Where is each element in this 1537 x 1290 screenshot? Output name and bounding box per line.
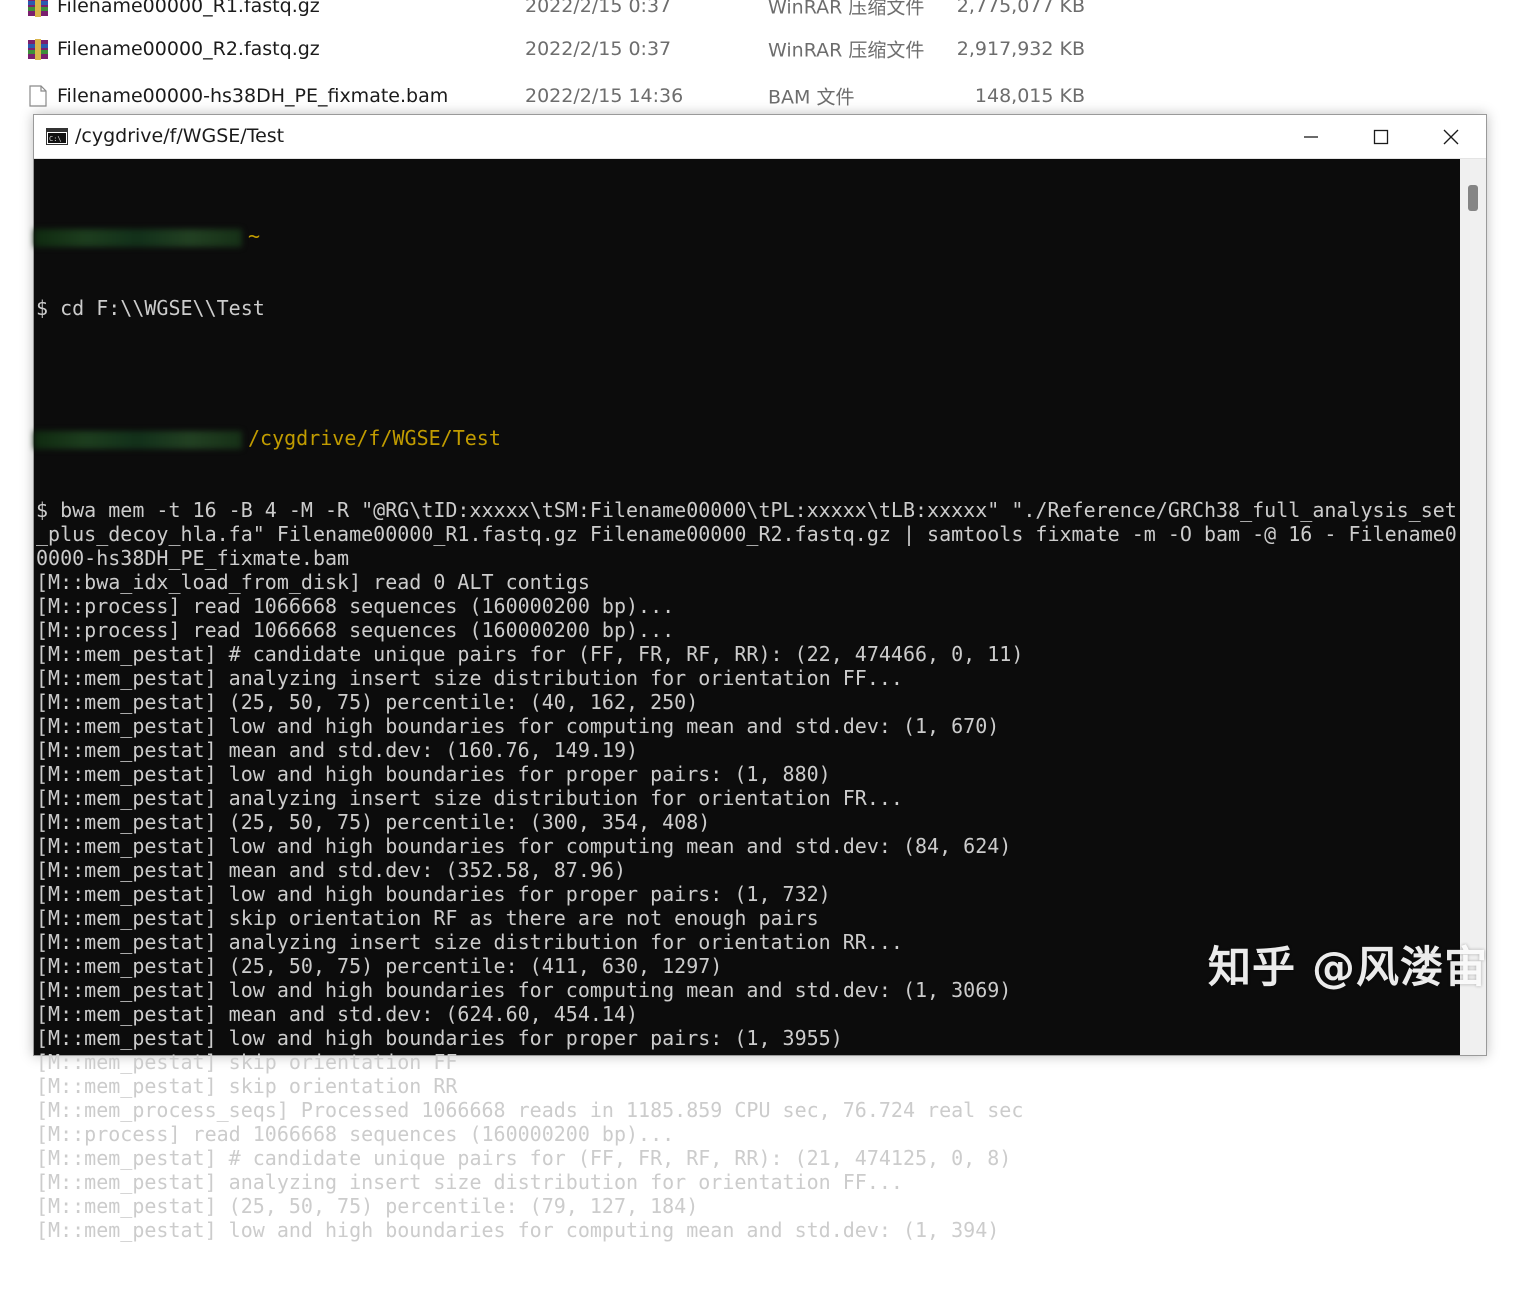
file-row-r2[interactable]: Filename00000_R2.fastq.gz 2022/2/15 0:37… (0, 29, 1537, 69)
blank-document-icon (27, 85, 49, 107)
file-size: 2,775,077 KB (956, 0, 1085, 17)
file-date: 2022/2/15 14:36 (525, 85, 684, 107)
file-name: Filename00000-hs38DH_PE_fixmate.bam (57, 85, 449, 107)
file-date: 2022/2/15 0:37 (525, 38, 672, 60)
file-size: 2,917,932 KB (956, 38, 1085, 60)
output-line: _plus_decoy_hla.fa" Filename00000_R1.fas… (36, 522, 1457, 546)
file-name: Filename00000_R2.fastq.gz (57, 38, 320, 60)
prompt-line: /cygdrive/f/WGSE/Test (34, 426, 1456, 450)
output-lines: $ bwa mem -t 16 -B 4 -M -R "@RG\tID:xxxx… (36, 498, 1457, 1242)
output-line: [M::mem_pestat] skip orientation RR (36, 1074, 458, 1098)
command-line: $ cd F:\\WGSE\\Test (36, 296, 265, 320)
output-line: [M::mem_pestat] # candidate unique pairs… (36, 1146, 1012, 1170)
output-line: [M::mem_pestat] (25, 50, 75) percentile:… (36, 690, 699, 714)
output-line: [M::process] read 1066668 sequences (160… (36, 594, 675, 618)
terminal-title: /cygdrive/f/WGSE/Test (75, 125, 285, 147)
zhihu-watermark: 知乎 @风溇宙 (1208, 943, 1488, 993)
output-line: [M::mem_pestat] (25, 50, 75) percentile:… (36, 810, 711, 834)
file-explorer-list: Filename00000_R1.fastq.gz 2022/2/15 0:37… (0, 0, 1537, 120)
file-name: Filename00000_R1.fastq.gz (57, 0, 320, 17)
winrar-archive-icon (27, 38, 49, 60)
output-line: [M::process] read 1066668 sequences (160… (36, 1122, 675, 1146)
output-line: $ bwa mem -t 16 -B 4 -M -R "@RG\tID:xxxx… (36, 498, 1457, 522)
redacted-username (34, 228, 242, 247)
output-line: [M::mem_pestat] analyzing insert size di… (36, 786, 903, 810)
file-date: 2022/2/15 0:37 (525, 0, 672, 17)
minimize-icon (1304, 136, 1318, 138)
output-line: [M::mem_pestat] mean and std.dev: (160.7… (36, 738, 639, 762)
output-line: [M::bwa_idx_load_from_disk] read 0 ALT c… (36, 570, 590, 594)
terminal-titlebar[interactable]: C:\ /cygdrive/f/WGSE/Test (34, 115, 1486, 159)
maximize-icon (1373, 129, 1389, 145)
file-row-r1[interactable]: Filename00000_R1.fastq.gz 2022/2/15 0:37… (0, 0, 1537, 26)
output-line: [M::mem_pestat] low and high boundaries … (36, 1026, 843, 1050)
console-app-icon: C:\ (46, 128, 68, 145)
output-line: [M::mem_pestat] low and high boundaries … (36, 882, 831, 906)
file-type: WinRAR 压缩文件 (768, 0, 925, 19)
close-button[interactable] (1416, 115, 1486, 158)
file-size: 148,015 KB (974, 85, 1085, 107)
output-line: [M::mem_pestat] low and high boundaries … (36, 714, 1000, 738)
scrollbar-thumb[interactable] (1468, 185, 1478, 211)
terminal-window[interactable]: C:\ /cygdrive/f/WGSE/Test ~ $ cd F:\\WGS… (33, 114, 1487, 1242)
output-line: [M::mem_pestat] skip orientation RF as t… (36, 906, 819, 930)
output-line: [M::process] read 1066668 sequences (160… (36, 618, 675, 642)
output-line: [M::mem_pestat] (25, 50, 75) percentile:… (36, 1194, 699, 1218)
maximize-button[interactable] (1346, 115, 1416, 158)
winrar-archive-icon (27, 0, 49, 17)
prompt-path: ~ (248, 224, 261, 248)
output-line: [M::mem_pestat] low and high boundaries … (36, 1218, 1000, 1242)
terminal-output[interactable]: ~ $ cd F:\\WGSE\\Test /cygdrive/f/WGSE/T… (34, 176, 1457, 1290)
vertical-scrollbar[interactable] (1460, 159, 1486, 1055)
svg-text:C:\: C:\ (49, 135, 62, 143)
output-line: [M::mem_pestat] skip orientation FF (36, 1050, 458, 1074)
prompt-path: /cygdrive/f/WGSE/Test (248, 426, 501, 450)
file-row-bam[interactable]: Filename00000-hs38DH_PE_fixmate.bam 2022… (0, 76, 1537, 116)
minimize-button[interactable] (1276, 115, 1346, 158)
output-line: 0000-hs38DH_PE_fixmate.bam (36, 546, 350, 570)
output-line: [M::mem_pestat] analyzing insert size di… (36, 1170, 903, 1194)
file-type: BAM 文件 (768, 86, 855, 109)
output-line: [M::mem_process_seqs] Processed 1066668 … (36, 1098, 1024, 1122)
file-type: WinRAR 压缩文件 (768, 39, 925, 62)
output-line: [M::mem_pestat] mean and std.dev: (352.5… (36, 858, 627, 882)
output-line: [M::mem_pestat] # candidate unique pairs… (36, 642, 1024, 666)
output-line: [M::mem_pestat] mean and std.dev: (624.6… (36, 1002, 639, 1026)
close-icon (1443, 129, 1459, 145)
redacted-username (34, 430, 242, 449)
prompt-line: ~ (34, 224, 1456, 248)
output-line: [M::mem_pestat] analyzing insert size di… (36, 666, 903, 690)
output-line: [M::mem_pestat] low and high boundaries … (36, 834, 1012, 858)
output-line: [M::mem_pestat] low and high boundaries … (36, 762, 831, 786)
